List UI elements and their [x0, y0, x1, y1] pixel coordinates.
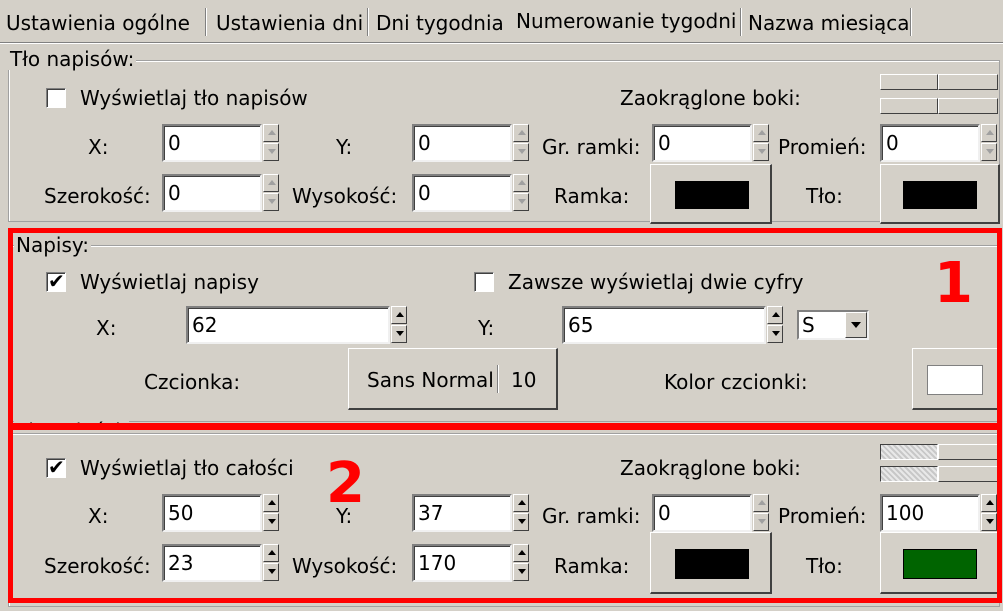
tab-separator: [740, 8, 742, 36]
corner-bottom-left-button[interactable]: [880, 98, 938, 114]
corner-bottom-right-button[interactable]: [938, 98, 998, 114]
text-bg-width-input[interactable]: 0: [162, 174, 262, 212]
tab-separator: [205, 8, 207, 36]
annotation-number-1: 1: [934, 251, 973, 316]
text-background-title: Tło napisów:: [8, 47, 137, 71]
annotation-number-2: 2: [326, 451, 365, 516]
tab-underline: [0, 42, 1003, 44]
text-bg-background-color-button[interactable]: [880, 164, 1000, 224]
tab-weekdays[interactable]: Dni tygodnia: [376, 6, 504, 40]
frame-label: Ramka:: [554, 184, 630, 208]
rounded-sides-label: Zaokrąglone boki:: [620, 86, 801, 110]
height-label: Wysokość:: [292, 184, 398, 208]
text-bg-x-input[interactable]: 0: [162, 124, 262, 162]
text-bg-radius-spinner[interactable]: [981, 124, 997, 162]
tab-bar: Ustawienia ogólne Ustawienia dni Dni tyg…: [0, 0, 1003, 42]
text-bg-height-spinner[interactable]: [513, 174, 529, 212]
text-bg-height-input[interactable]: 0: [412, 174, 512, 212]
text-bg-border-width-spinner[interactable]: [753, 124, 769, 162]
text-bg-frame-color-button[interactable]: [650, 164, 772, 224]
annotation-box-2: [8, 425, 1002, 603]
tab-general-settings[interactable]: Ustawienia ogólne: [6, 6, 190, 40]
tab-separator: [910, 8, 912, 36]
annotation-box-1: [8, 228, 1002, 428]
width-label: Szerokość:: [44, 184, 151, 208]
background-color-swatch: [903, 181, 977, 209]
text-bg-border-width-input[interactable]: 0: [652, 124, 752, 162]
y-label: Y:: [336, 135, 353, 159]
x-label: X:: [88, 135, 109, 159]
tab-week-numbering[interactable]: Numerowanie tygodni: [516, 4, 737, 38]
tab-separator: [367, 8, 369, 36]
show-text-background-label: Wyświetlaj tło napisów: [80, 86, 308, 110]
text-bg-x-spinner[interactable]: [263, 124, 279, 162]
text-bg-y-input[interactable]: 0: [412, 124, 512, 162]
border-width-label: Gr. ramki:: [542, 135, 641, 159]
frame-color-swatch: [675, 181, 749, 209]
show-text-background-checkbox[interactable]: [46, 88, 66, 108]
text-bg-radius-input[interactable]: 0: [880, 124, 980, 162]
tab-month-name[interactable]: Nazwa miesiąca: [748, 6, 910, 40]
background-label: Tło:: [806, 184, 843, 208]
corner-top-left-button[interactable]: [880, 74, 938, 90]
radius-label: Promień:: [778, 135, 867, 159]
corner-top-right-button[interactable]: [938, 74, 998, 90]
tab-day-settings[interactable]: Ustawienia dni: [216, 6, 363, 40]
text-bg-y-spinner[interactable]: [513, 124, 529, 162]
text-bg-width-spinner[interactable]: [263, 174, 279, 212]
